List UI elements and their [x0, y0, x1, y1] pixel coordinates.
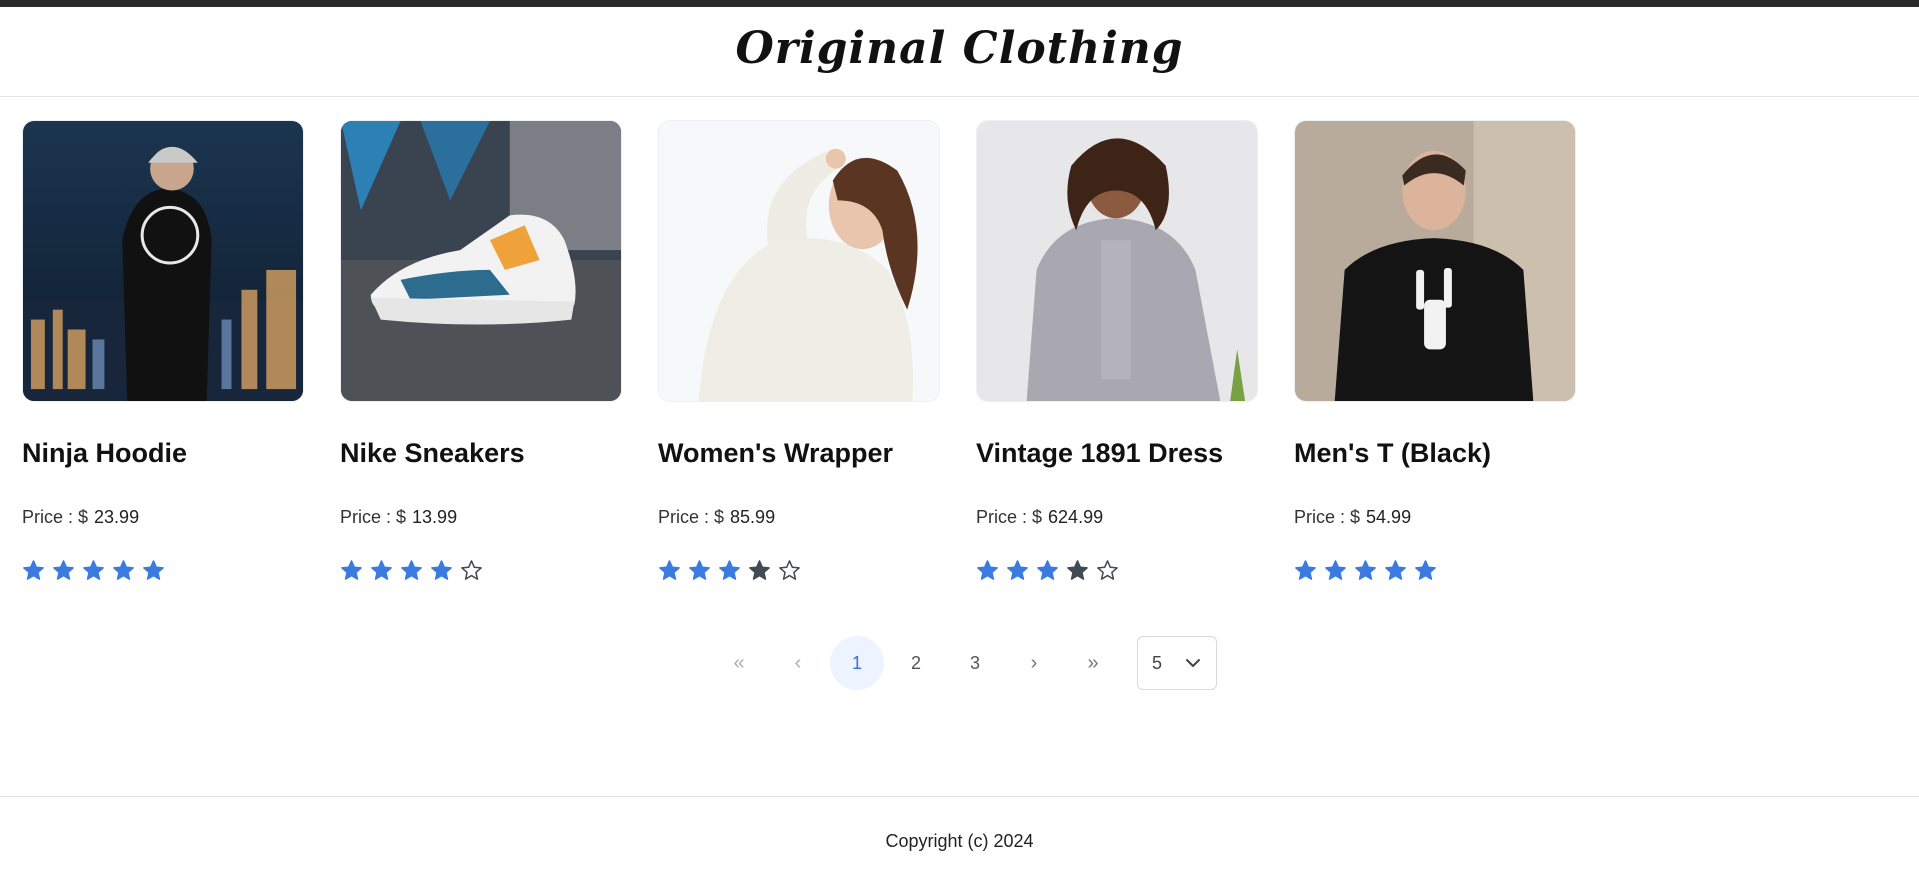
- prev-page-button[interactable]: ‹: [771, 636, 825, 690]
- product-price: Price : $85.99: [658, 507, 940, 528]
- star-outline-icon: [460, 559, 483, 582]
- price-value: 54.99: [1366, 507, 1412, 527]
- product-image[interactable]: [340, 120, 622, 402]
- mens-tshirt-photo: [1295, 121, 1575, 401]
- star-filled-icon: [340, 559, 363, 582]
- top-bar: [0, 0, 1919, 7]
- site-footer: Copyright (c) 2024: [0, 796, 1919, 873]
- rating-stars: [658, 558, 940, 582]
- star-filled-icon: [52, 559, 75, 582]
- star-filled-icon: [688, 559, 711, 582]
- star-outline-icon: [1096, 559, 1119, 582]
- price-label: Price : $: [1294, 507, 1361, 527]
- page-button-1[interactable]: 1: [830, 636, 884, 690]
- rating-stars: [340, 558, 622, 582]
- product-card[interactable]: Women's Wrapper Price : $85.99: [658, 120, 940, 582]
- product-title[interactable]: Men's T (Black): [1294, 438, 1576, 469]
- price-label: Price : $: [658, 507, 725, 527]
- product-image[interactable]: [22, 120, 304, 402]
- vintage-dress-photo: [977, 121, 1257, 401]
- star-filled-icon: [1036, 559, 1059, 582]
- star-filled-icon: [976, 559, 999, 582]
- product-card[interactable]: Vintage 1891 Dress Price : $624.99: [976, 120, 1258, 582]
- product-image[interactable]: [658, 120, 940, 402]
- rows-per-page-value: 5: [1152, 652, 1163, 673]
- star-filled-icon: [658, 559, 681, 582]
- product-title[interactable]: Nike Sneakers: [340, 438, 622, 469]
- price-label: Price : $: [340, 507, 407, 527]
- product-card[interactable]: Nike Sneakers Price : $13.99: [340, 120, 622, 582]
- nike-sneakers-photo: [341, 121, 621, 401]
- rows-per-page-select[interactable]: 5: [1137, 636, 1217, 690]
- ninja-hoodie-photo: [23, 121, 303, 401]
- chevron-down-icon: [1184, 654, 1202, 672]
- last-page-button[interactable]: »: [1066, 636, 1120, 690]
- product-card[interactable]: Men's T (Black) Price : $54.99: [1294, 120, 1576, 582]
- price-value: 624.99: [1048, 507, 1104, 527]
- product-title[interactable]: Vintage 1891 Dress: [976, 438, 1258, 469]
- star-filled-icon: [1384, 559, 1407, 582]
- price-label: Price : $: [22, 507, 89, 527]
- price-value: 23.99: [94, 507, 140, 527]
- price-label: Price : $: [976, 507, 1043, 527]
- rating-stars: [976, 558, 1258, 582]
- brand-logo[interactable]: Original Clothing: [0, 23, 1919, 74]
- rating-stars: [1294, 558, 1576, 582]
- star-half-icon: [1066, 559, 1089, 582]
- product-title[interactable]: Women's Wrapper: [658, 438, 940, 469]
- star-filled-icon: [370, 559, 393, 582]
- product-price: Price : $54.99: [1294, 507, 1576, 528]
- product-price: Price : $13.99: [340, 507, 622, 528]
- next-page-button[interactable]: ›: [1007, 636, 1061, 690]
- copyright-text: Copyright (c) 2024: [885, 831, 1034, 851]
- star-filled-icon: [1294, 559, 1317, 582]
- product-card[interactable]: Ninja Hoodie Price : $23.99: [22, 120, 304, 582]
- product-title[interactable]: Ninja Hoodie: [22, 438, 304, 469]
- page-button-3[interactable]: 3: [948, 636, 1002, 690]
- star-filled-icon: [1354, 559, 1377, 582]
- star-filled-icon: [430, 559, 453, 582]
- product-price: Price : $23.99: [22, 507, 304, 528]
- star-filled-icon: [1324, 559, 1347, 582]
- page-button-2[interactable]: 2: [889, 636, 943, 690]
- price-value: 85.99: [730, 507, 776, 527]
- product-grid: Ninja Hoodie Price : $23.99 Nike Sneaker…: [22, 120, 1576, 582]
- site-header: Original Clothing: [0, 7, 1919, 97]
- rating-stars: [22, 558, 304, 582]
- pagination: « ‹ 1 2 3 › » 5: [712, 636, 1217, 690]
- star-filled-icon: [1414, 559, 1437, 582]
- product-image[interactable]: [976, 120, 1258, 402]
- star-half-icon: [748, 559, 771, 582]
- product-image[interactable]: [1294, 120, 1576, 402]
- star-filled-icon: [1006, 559, 1029, 582]
- star-filled-icon: [82, 559, 105, 582]
- product-price: Price : $624.99: [976, 507, 1258, 528]
- first-page-button[interactable]: «: [712, 636, 766, 690]
- star-filled-icon: [22, 559, 45, 582]
- star-outline-icon: [778, 559, 801, 582]
- star-filled-icon: [400, 559, 423, 582]
- star-filled-icon: [718, 559, 741, 582]
- star-filled-icon: [142, 559, 165, 582]
- star-filled-icon: [112, 559, 135, 582]
- womens-wrapper-photo: [659, 121, 939, 401]
- price-value: 13.99: [412, 507, 458, 527]
